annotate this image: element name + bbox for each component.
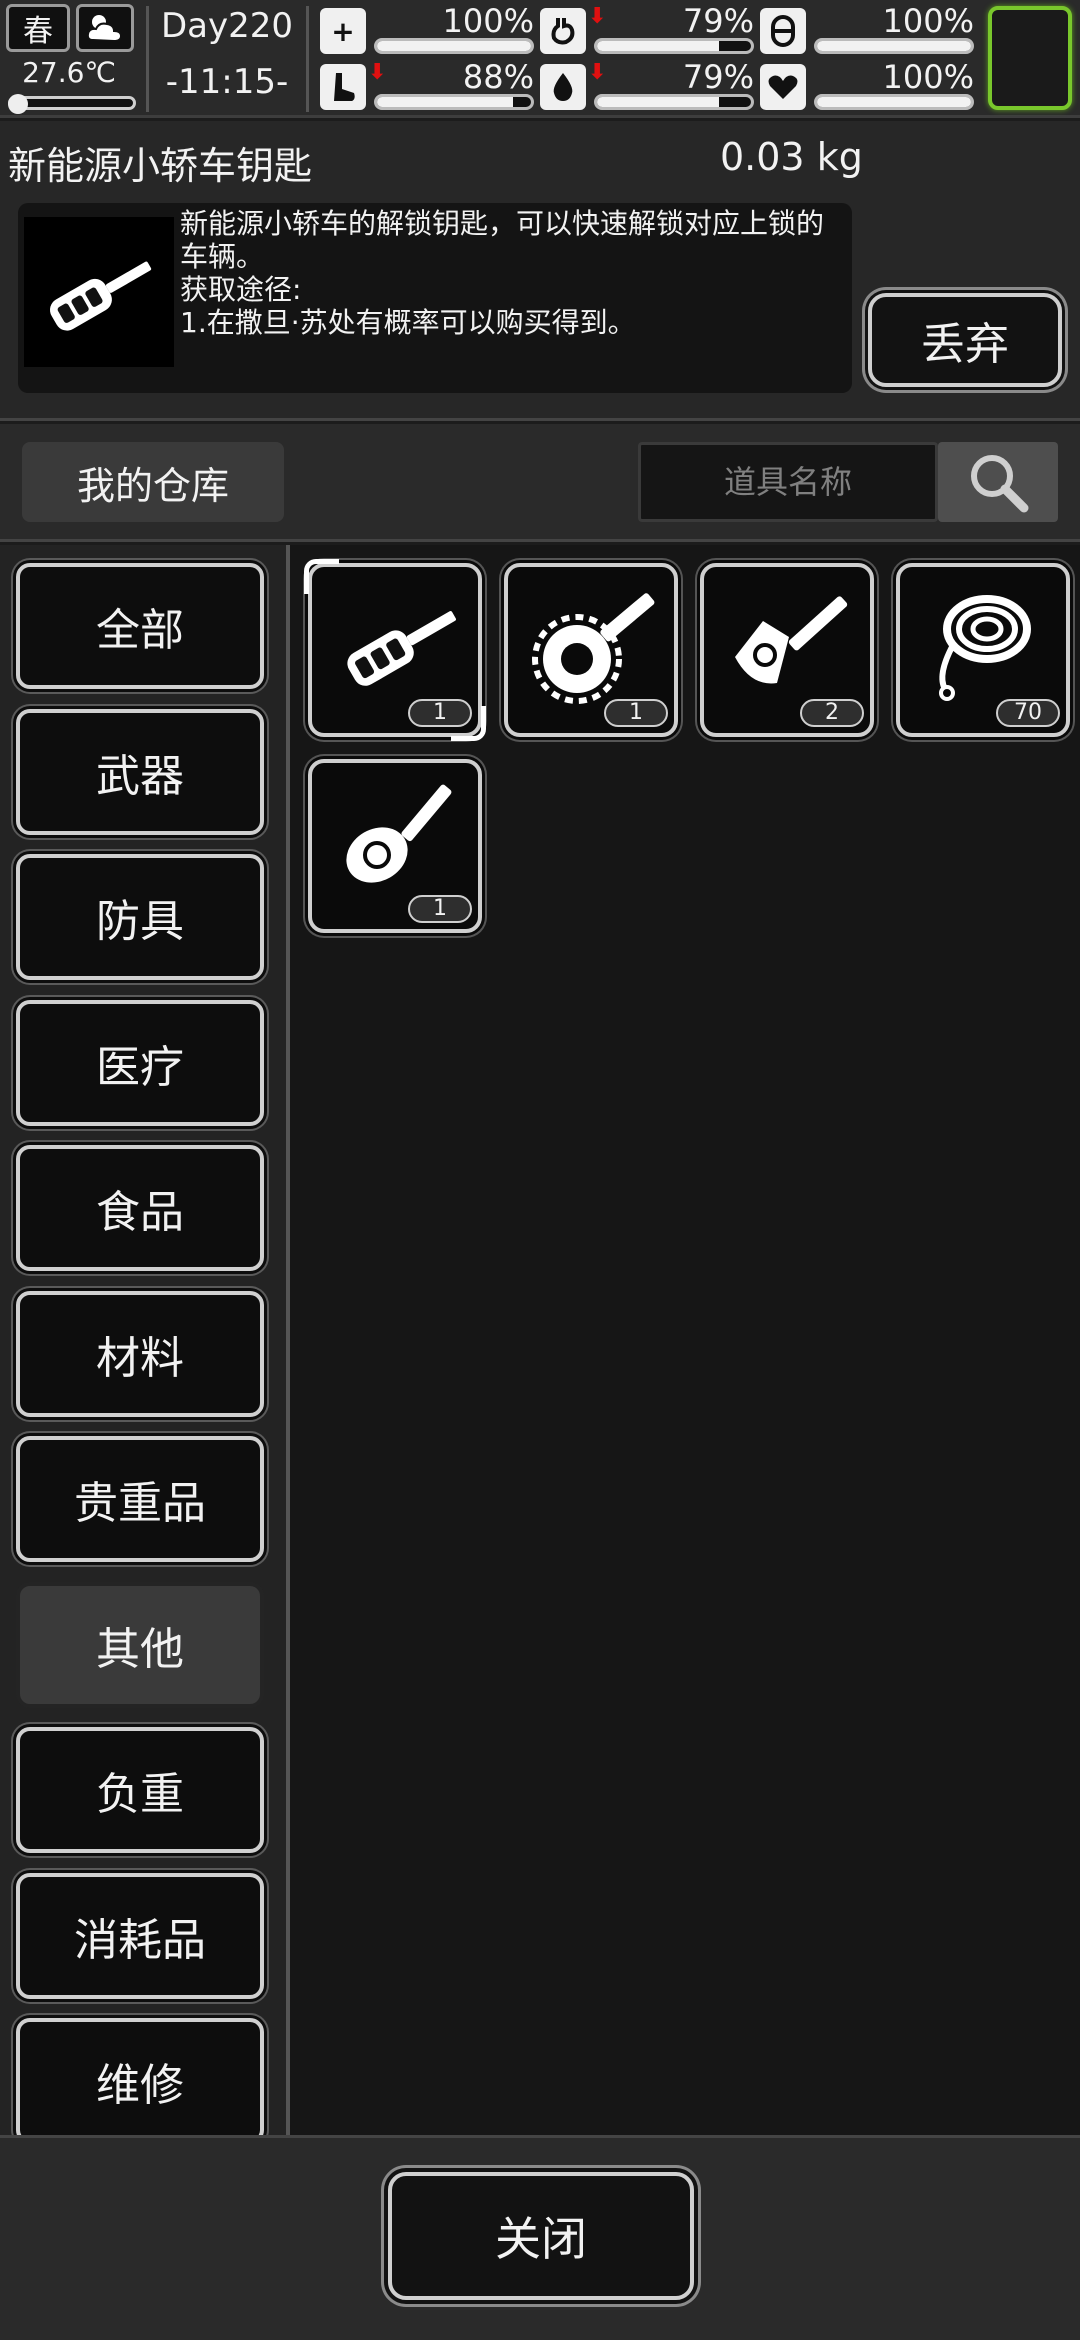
search-icon — [971, 455, 1029, 513]
stat-thirst: ⬇ 79% — [540, 58, 760, 112]
item-quantity: 2 — [800, 699, 864, 727]
item-quantity: 1 — [408, 895, 472, 923]
item-slot[interactable]: 1 — [504, 563, 678, 737]
water-drop-icon — [540, 64, 586, 110]
stat-hunger: ⬇ 79% — [540, 2, 760, 56]
item-description: 新能源小轿车的解锁钥匙，可以快速解锁对应上锁的车辆。 获取途径: 1.在撒旦·苏… — [180, 207, 825, 339]
category-consumables[interactable]: 消耗品 — [16, 1873, 264, 1999]
category-materials[interactable]: 材料 — [16, 1291, 264, 1417]
car-remote-key-icon — [347, 611, 456, 686]
weather-icon — [76, 4, 134, 52]
item-search-input[interactable] — [638, 442, 938, 522]
decrease-arrow-icon: ⬇ — [588, 4, 607, 29]
category-repair[interactable]: 维修 — [16, 2018, 264, 2135]
stat-value: 88% — [462, 58, 534, 96]
car-key-icon — [346, 784, 452, 883]
decrease-arrow-icon: ⬇ — [368, 60, 387, 85]
stat-value: 79% — [682, 2, 754, 40]
gear-key-icon — [532, 593, 655, 704]
temperature-readout: 27.6℃ — [22, 56, 116, 89]
stat-health: + 100% — [320, 2, 540, 56]
category-list: 全部 武器 防具 医疗 食品 材料 贵重品 其他 负重 消耗品 维修 — [0, 545, 286, 2135]
season-badge: 春 — [6, 4, 70, 52]
stat-bar — [374, 38, 534, 54]
footer-bar: 关闭 — [0, 2135, 1080, 2340]
category-food[interactable]: 食品 — [16, 1145, 264, 1271]
stat-bar — [814, 38, 974, 54]
heart-icon — [760, 64, 806, 110]
warehouse-toolbar: 我的仓库 — [0, 424, 1080, 542]
item-slot[interactable]: 70 — [896, 563, 1070, 737]
item-quantity: 1 — [604, 699, 668, 727]
my-warehouse-button[interactable]: 我的仓库 — [22, 442, 284, 522]
foot-icon — [320, 64, 366, 110]
car-remote-key-icon — [24, 217, 174, 367]
quick-slot[interactable] — [988, 6, 1072, 110]
item-weight: 0.03 kg — [720, 135, 863, 179]
motorcycle-key-icon — [735, 596, 848, 684]
category-all[interactable]: 全部 — [16, 563, 264, 689]
drop-button[interactable]: 丢弃 — [868, 293, 1062, 387]
category-load[interactable]: 负重 — [16, 1727, 264, 1853]
stat-bar — [374, 94, 534, 110]
health-kit-icon: + — [320, 8, 366, 54]
day-counter: Day220 — [160, 6, 294, 46]
divider — [306, 6, 309, 112]
category-other[interactable]: 其他 — [16, 1582, 264, 1708]
item-slot[interactable]: 2 — [700, 563, 874, 737]
item-slot[interactable]: 1 — [308, 759, 482, 933]
item-quantity: 1 — [408, 699, 472, 727]
stat-mood: 100% — [760, 58, 980, 112]
status-bar: 春 27.6℃ Day220 -11:15- + 100% ⬇ 79% 100%… — [0, 0, 1080, 118]
item-slot[interactable]: 1 — [304, 559, 486, 741]
stat-bar — [594, 38, 754, 54]
divider — [146, 6, 149, 112]
category-medical[interactable]: 医疗 — [16, 1000, 264, 1126]
pill-icon — [760, 8, 806, 54]
item-description-box: 新能源小轿车的解锁钥匙，可以快速解锁对应上锁的车辆。 获取途径: 1.在撒旦·苏… — [18, 203, 852, 393]
item-name: 新能源小轿车钥匙 — [8, 144, 313, 188]
game-clock: -11:15- — [165, 62, 289, 102]
decrease-arrow-icon: ⬇ — [588, 60, 607, 85]
category-valuables[interactable]: 贵重品 — [16, 1436, 264, 1562]
item-grid: 1 1 2 70 1 — [286, 545, 1080, 2135]
stat-stamina: ⬇ 88% — [320, 58, 540, 112]
category-weapons[interactable]: 武器 — [16, 709, 264, 835]
search-button[interactable] — [938, 442, 1058, 522]
stat-value: 100% — [882, 58, 974, 96]
item-detail-panel: 新能源小轿车钥匙 0.03 kg 新能源小轿车的解锁钥匙，可以快速解锁对应上锁的… — [0, 121, 1080, 421]
close-button[interactable]: 关闭 — [388, 2172, 694, 2300]
thermometer-icon — [8, 94, 28, 114]
stomach-icon — [540, 8, 586, 54]
stat-medicine: 100% — [760, 2, 980, 56]
temperature-bar — [8, 94, 136, 114]
stat-value: 100% — [882, 2, 974, 40]
stat-value: 79% — [682, 58, 754, 96]
stat-value: 100% — [442, 2, 534, 40]
stat-bar — [594, 94, 754, 110]
stat-bar — [814, 94, 974, 110]
category-armor[interactable]: 防具 — [16, 854, 264, 980]
rope-icon — [939, 595, 1031, 701]
item-quantity: 70 — [996, 699, 1060, 727]
